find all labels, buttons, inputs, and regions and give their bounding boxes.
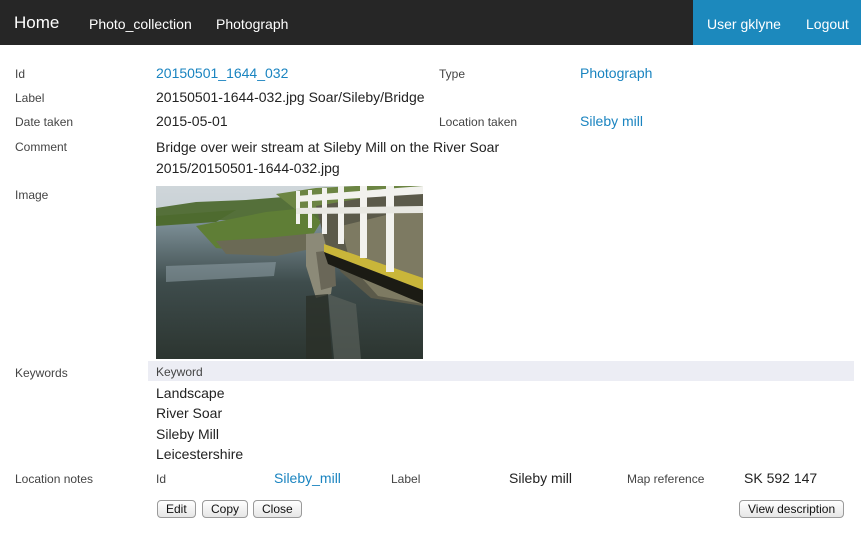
keywords-table-header: Keyword	[148, 361, 854, 381]
nav-link-photograph[interactable]: Photograph	[216, 16, 288, 32]
comment-line-2: 2015/20150501-1644-032.jpg	[156, 160, 340, 176]
nav-link-photo-collection[interactable]: Photo_collection	[89, 16, 192, 32]
keyword-item: Landscape	[156, 385, 225, 401]
keyword-item: Leicestershire	[156, 446, 244, 462]
photo-image	[156, 186, 423, 359]
location-id-link[interactable]: Sileby_mill	[274, 470, 341, 486]
user-link[interactable]: User gklyne	[707, 16, 781, 32]
user-nav-area: User gklyne Logout	[693, 0, 861, 45]
id-label: Id	[15, 67, 26, 81]
keyword-column-header: Keyword	[156, 365, 203, 379]
date-taken-label: Date taken	[15, 115, 74, 129]
location-taken-link[interactable]: Sileby mill	[580, 113, 643, 129]
label-value: 20150501-1644-032.jpg Soar/Sileby/Bridge	[156, 89, 425, 105]
location-id-label: Id	[156, 472, 167, 486]
logout-link[interactable]: Logout	[806, 16, 849, 32]
label-label: Label	[15, 91, 45, 105]
copy-button[interactable]: Copy	[202, 500, 249, 518]
type-label: Type	[439, 67, 466, 81]
keywords-label: Keywords	[15, 366, 68, 380]
comment-line-1: Bridge over weir stream at Sileby Mill o…	[156, 139, 500, 155]
view-description-button[interactable]: View description	[739, 500, 845, 518]
keyword-item: River Soar	[156, 405, 223, 421]
home-link[interactable]: Home	[14, 13, 59, 33]
keyword-item: Sileby Mill	[156, 426, 220, 442]
location-notes-label: Location notes	[15, 472, 94, 486]
edit-button[interactable]: Edit	[157, 500, 196, 518]
location-label-value: Sileby mill	[509, 470, 573, 486]
date-taken-value: 2015-05-01	[156, 113, 228, 129]
location-taken-label: Location taken	[439, 115, 518, 129]
top-navbar: Home Photo_collection Photograph User gk…	[0, 0, 861, 45]
type-value-link[interactable]: Photograph	[580, 65, 652, 81]
map-reference-label: Map reference	[627, 472, 705, 486]
location-label-label: Label	[391, 472, 421, 486]
close-button[interactable]: Close	[253, 500, 302, 518]
comment-label: Comment	[15, 140, 68, 154]
id-value-link[interactable]: 20150501_1644_032	[156, 65, 288, 81]
map-reference-value: SK 592 147	[744, 470, 818, 486]
image-label: Image	[15, 188, 49, 202]
